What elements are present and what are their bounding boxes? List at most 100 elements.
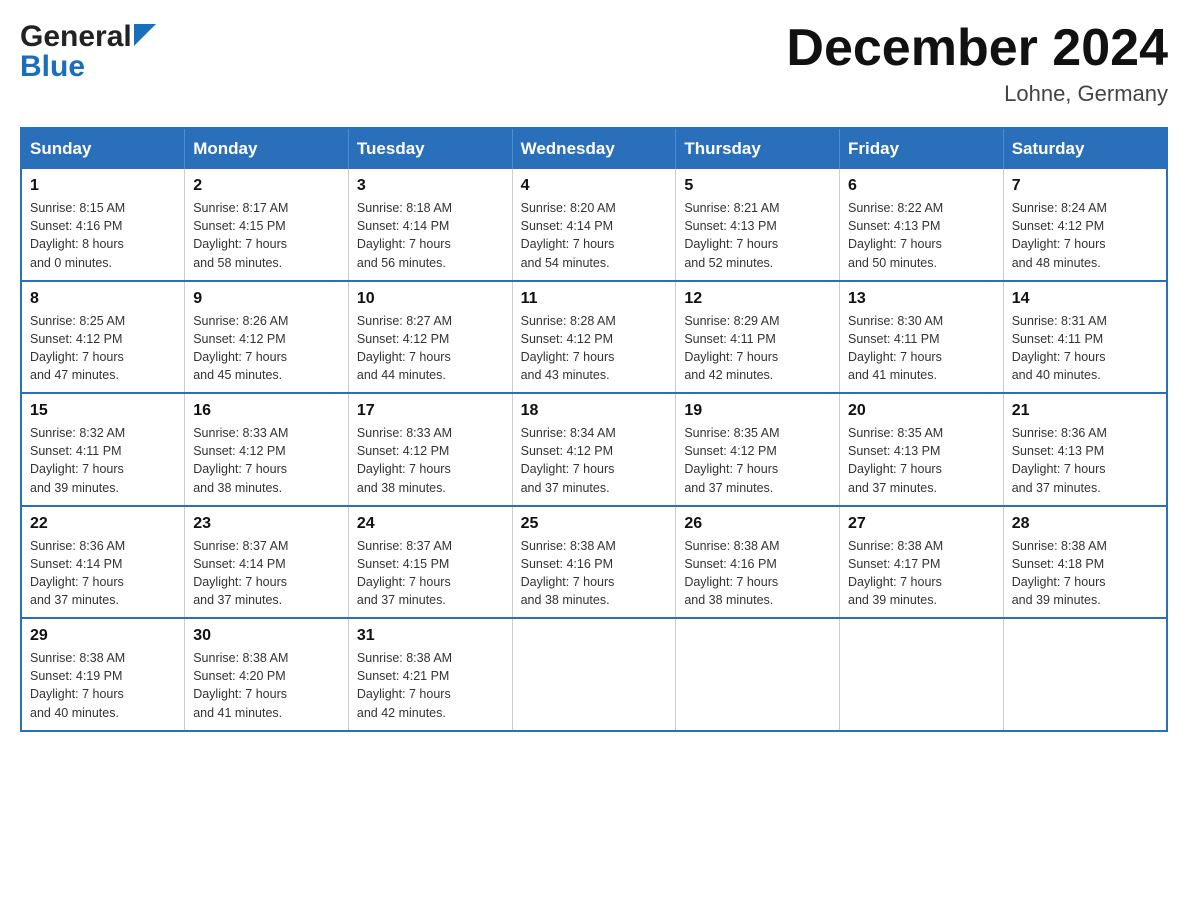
day-number: 16 [193,402,340,420]
table-row: 12 Sunrise: 8:29 AMSunset: 4:11 PMDaylig… [676,281,840,394]
col-saturday: Saturday [1003,128,1167,169]
day-info: Sunrise: 8:28 AMSunset: 4:12 PMDaylight:… [521,312,668,385]
col-tuesday: Tuesday [348,128,512,169]
day-info: Sunrise: 8:32 AMSunset: 4:11 PMDaylight:… [30,424,176,497]
day-number: 28 [1012,515,1158,533]
day-info: Sunrise: 8:38 AMSunset: 4:21 PMDaylight:… [357,649,504,722]
col-sunday: Sunday [21,128,185,169]
month-title: December 2024 [786,20,1168,77]
table-row: 27 Sunrise: 8:38 AMSunset: 4:17 PMDaylig… [840,506,1004,619]
table-row [676,618,840,731]
day-number: 29 [30,627,176,645]
day-number: 15 [30,402,176,420]
day-info: Sunrise: 8:27 AMSunset: 4:12 PMDaylight:… [357,312,504,385]
table-row: 13 Sunrise: 8:30 AMSunset: 4:11 PMDaylig… [840,281,1004,394]
day-info: Sunrise: 8:33 AMSunset: 4:12 PMDaylight:… [193,424,340,497]
day-info: Sunrise: 8:38 AMSunset: 4:16 PMDaylight:… [684,537,831,610]
table-row: 1 Sunrise: 8:15 AMSunset: 4:16 PMDayligh… [21,169,185,281]
table-row: 30 Sunrise: 8:38 AMSunset: 4:20 PMDaylig… [185,618,349,731]
table-row: 24 Sunrise: 8:37 AMSunset: 4:15 PMDaylig… [348,506,512,619]
day-number: 10 [357,290,504,308]
day-info: Sunrise: 8:24 AMSunset: 4:12 PMDaylight:… [1012,199,1158,272]
day-info: Sunrise: 8:36 AMSunset: 4:13 PMDaylight:… [1012,424,1158,497]
day-info: Sunrise: 8:34 AMSunset: 4:12 PMDaylight:… [521,424,668,497]
day-info: Sunrise: 8:17 AMSunset: 4:15 PMDaylight:… [193,199,340,272]
col-thursday: Thursday [676,128,840,169]
table-row: 29 Sunrise: 8:38 AMSunset: 4:19 PMDaylig… [21,618,185,731]
col-monday: Monday [185,128,349,169]
calendar-table: Sunday Monday Tuesday Wednesday Thursday… [20,127,1168,732]
day-info: Sunrise: 8:38 AMSunset: 4:17 PMDaylight:… [848,537,995,610]
table-row: 28 Sunrise: 8:38 AMSunset: 4:18 PMDaylig… [1003,506,1167,619]
day-info: Sunrise: 8:26 AMSunset: 4:12 PMDaylight:… [193,312,340,385]
day-number: 14 [1012,290,1158,308]
day-number: 30 [193,627,340,645]
table-row: 3 Sunrise: 8:18 AMSunset: 4:14 PMDayligh… [348,169,512,281]
table-row: 20 Sunrise: 8:35 AMSunset: 4:13 PMDaylig… [840,393,1004,506]
table-row: 16 Sunrise: 8:33 AMSunset: 4:12 PMDaylig… [185,393,349,506]
table-row: 15 Sunrise: 8:32 AMSunset: 4:11 PMDaylig… [21,393,185,506]
day-info: Sunrise: 8:36 AMSunset: 4:14 PMDaylight:… [30,537,176,610]
table-row: 31 Sunrise: 8:38 AMSunset: 4:21 PMDaylig… [348,618,512,731]
day-number: 20 [848,402,995,420]
table-row: 4 Sunrise: 8:20 AMSunset: 4:14 PMDayligh… [512,169,676,281]
table-row: 8 Sunrise: 8:25 AMSunset: 4:12 PMDayligh… [21,281,185,394]
day-number: 12 [684,290,831,308]
day-info: Sunrise: 8:38 AMSunset: 4:18 PMDaylight:… [1012,537,1158,610]
table-row: 7 Sunrise: 8:24 AMSunset: 4:12 PMDayligh… [1003,169,1167,281]
day-number: 23 [193,515,340,533]
table-row [1003,618,1167,731]
table-row: 25 Sunrise: 8:38 AMSunset: 4:16 PMDaylig… [512,506,676,619]
location: Lohne, Germany [786,81,1168,107]
calendar-header-row: Sunday Monday Tuesday Wednesday Thursday… [21,128,1167,169]
day-number: 7 [1012,177,1158,195]
day-info: Sunrise: 8:33 AMSunset: 4:12 PMDaylight:… [357,424,504,497]
table-row: 22 Sunrise: 8:36 AMSunset: 4:14 PMDaylig… [21,506,185,619]
day-info: Sunrise: 8:35 AMSunset: 4:12 PMDaylight:… [684,424,831,497]
day-info: Sunrise: 8:31 AMSunset: 4:11 PMDaylight:… [1012,312,1158,385]
calendar-week-3: 15 Sunrise: 8:32 AMSunset: 4:11 PMDaylig… [21,393,1167,506]
calendar-week-2: 8 Sunrise: 8:25 AMSunset: 4:12 PMDayligh… [21,281,1167,394]
day-info: Sunrise: 8:37 AMSunset: 4:14 PMDaylight:… [193,537,340,610]
page-header: General Blue December 2024 Lohne, German… [20,20,1168,107]
day-info: Sunrise: 8:25 AMSunset: 4:12 PMDaylight:… [30,312,176,385]
day-number: 17 [357,402,504,420]
logo-triangle-icon [134,24,156,46]
table-row [512,618,676,731]
table-row: 11 Sunrise: 8:28 AMSunset: 4:12 PMDaylig… [512,281,676,394]
day-number: 19 [684,402,831,420]
table-row: 19 Sunrise: 8:35 AMSunset: 4:12 PMDaylig… [676,393,840,506]
col-friday: Friday [840,128,1004,169]
day-info: Sunrise: 8:22 AMSunset: 4:13 PMDaylight:… [848,199,995,272]
day-number: 27 [848,515,995,533]
day-number: 5 [684,177,831,195]
day-info: Sunrise: 8:20 AMSunset: 4:14 PMDaylight:… [521,199,668,272]
calendar-week-1: 1 Sunrise: 8:15 AMSunset: 4:16 PMDayligh… [21,169,1167,281]
col-wednesday: Wednesday [512,128,676,169]
day-number: 25 [521,515,668,533]
day-info: Sunrise: 8:37 AMSunset: 4:15 PMDaylight:… [357,537,504,610]
day-number: 1 [30,177,176,195]
day-info: Sunrise: 8:21 AMSunset: 4:13 PMDaylight:… [684,199,831,272]
table-row: 21 Sunrise: 8:36 AMSunset: 4:13 PMDaylig… [1003,393,1167,506]
day-info: Sunrise: 8:30 AMSunset: 4:11 PMDaylight:… [848,312,995,385]
day-number: 6 [848,177,995,195]
day-info: Sunrise: 8:15 AMSunset: 4:16 PMDaylight:… [30,199,176,272]
day-number: 8 [30,290,176,308]
calendar-week-4: 22 Sunrise: 8:36 AMSunset: 4:14 PMDaylig… [21,506,1167,619]
day-number: 3 [357,177,504,195]
table-row: 10 Sunrise: 8:27 AMSunset: 4:12 PMDaylig… [348,281,512,394]
day-number: 2 [193,177,340,195]
title-block: December 2024 Lohne, Germany [786,20,1168,107]
table-row [840,618,1004,731]
day-info: Sunrise: 8:18 AMSunset: 4:14 PMDaylight:… [357,199,504,272]
table-row: 14 Sunrise: 8:31 AMSunset: 4:11 PMDaylig… [1003,281,1167,394]
logo-blue: Blue [20,50,85,84]
logo: General Blue [20,20,156,84]
day-info: Sunrise: 8:38 AMSunset: 4:16 PMDaylight:… [521,537,668,610]
table-row: 6 Sunrise: 8:22 AMSunset: 4:13 PMDayligh… [840,169,1004,281]
day-number: 26 [684,515,831,533]
day-info: Sunrise: 8:35 AMSunset: 4:13 PMDaylight:… [848,424,995,497]
day-number: 13 [848,290,995,308]
day-number: 4 [521,177,668,195]
